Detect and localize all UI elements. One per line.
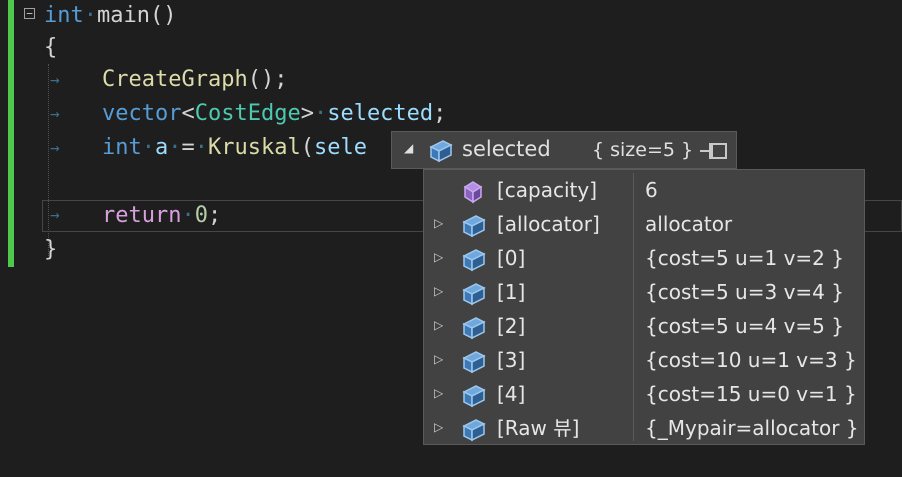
member-value[interactable]: allocator <box>645 210 732 238</box>
datatip-row[interactable]: [capacity] 6 <box>424 174 864 208</box>
angle-open: < <box>181 101 195 126</box>
blue-cube-icon <box>429 140 453 163</box>
pin-icon[interactable] <box>700 140 730 162</box>
tab-marker-icon: → <box>50 70 60 89</box>
call-args: (); <box>247 67 288 92</box>
keyword: int <box>102 135 142 160</box>
datatip-row[interactable]: ▷ [3] {cost=10 u=1 v=3 } <box>424 344 864 378</box>
code-line-3[interactable]: CreateGraph(); <box>102 64 287 96</box>
member-name: [4] <box>497 382 526 406</box>
member-name: [2] <box>497 314 526 338</box>
code-line-5[interactable]: int·a·=·Kruskal(sele <box>102 132 367 164</box>
blue-cube-icon <box>458 314 488 346</box>
code-line-6[interactable]: return·0; <box>102 200 221 232</box>
member-value[interactable]: {_Mypair=allocator } <box>645 414 859 442</box>
member-name: [allocator] <box>497 212 600 236</box>
number-literal: 0 <box>194 203 208 228</box>
expand-arrow-icon[interactable]: ▷ <box>434 250 443 264</box>
angle-close: > <box>300 101 314 126</box>
open-brace: { <box>44 35 58 60</box>
variable-name: selected <box>462 137 551 161</box>
purple-cube-icon <box>458 178 488 210</box>
code-line-7[interactable]: } <box>44 234 57 266</box>
blue-cube-icon <box>458 348 488 380</box>
code-line-2[interactable]: { <box>44 32 57 64</box>
datatip-row[interactable]: ▷ [1] {cost=5 u=3 v=4 } <box>424 276 864 310</box>
member-value[interactable]: 6 <box>645 176 658 204</box>
keyword: int <box>44 3 84 28</box>
member-value[interactable]: {cost=10 u=1 v=3 } <box>645 346 857 374</box>
member-name: [capacity] <box>497 178 598 202</box>
semicolon: ; <box>433 101 447 126</box>
expand-arrow-icon[interactable]: ▷ <box>434 216 443 230</box>
expand-arrow-icon[interactable]: ▷ <box>434 318 443 332</box>
tab-marker-icon: → <box>50 205 60 224</box>
expand-arrow-icon[interactable]: ▷ <box>434 284 443 298</box>
change-indicator-bar <box>8 0 14 267</box>
blue-cube-icon <box>458 416 488 448</box>
argument: sele <box>313 135 367 160</box>
datatip-header[interactable]: ◢ selected { size=5 } <box>391 131 737 169</box>
datatip-row[interactable]: ▷ [2] {cost=5 u=4 v=5 } <box>424 310 864 344</box>
tab-marker-icon: → <box>50 138 60 157</box>
member-name: [0] <box>497 246 526 270</box>
tab-marker-icon: → <box>50 104 60 123</box>
close-brace: } <box>44 237 58 262</box>
function-call: Kruskal <box>208 135 301 160</box>
member-name: [Raw 뷰] <box>497 416 580 440</box>
datatip-row[interactable]: ▷ [allocator] allocator <box>424 208 864 242</box>
datatip-row[interactable]: ▷ [Raw 뷰] {_Mypair=allocator } <box>424 412 864 446</box>
variable-summary: { size=5 } <box>592 139 694 161</box>
member-value[interactable]: {cost=15 u=0 v=1 } <box>645 380 857 408</box>
collapse-triangle-icon[interactable]: ◢ <box>404 141 413 155</box>
member-value[interactable]: {cost=5 u=3 v=4 } <box>645 278 844 306</box>
member-value[interactable]: {cost=5 u=4 v=5 } <box>645 312 844 340</box>
expand-arrow-icon[interactable]: ▷ <box>434 420 443 434</box>
return-keyword: return <box>102 203 182 228</box>
member-name: [1] <box>497 280 526 304</box>
blue-cube-icon <box>458 246 488 278</box>
operator: = <box>181 135 195 160</box>
function-call: CreateGraph <box>102 67 248 92</box>
code-line-1[interactable]: int·main() <box>44 0 176 32</box>
expand-arrow-icon[interactable]: ▷ <box>434 352 443 366</box>
datatip-members: [capacity] 6 ▷ [allocator] allocator ▷ [0] {cos… <box>423 169 865 445</box>
datatip-row[interactable]: ▷ [0] {cost=5 u=1 v=2 } <box>424 242 864 276</box>
variable-name: a <box>155 135 169 160</box>
member-name: [3] <box>497 348 526 372</box>
variable-name: selected <box>327 101 434 126</box>
paren: ( <box>300 135 314 160</box>
member-value[interactable]: {cost=5 u=1 v=2 } <box>645 244 844 272</box>
expand-arrow-icon[interactable]: ▷ <box>434 386 443 400</box>
type-name: CostEdge <box>194 101 301 126</box>
type-keyword: vector <box>102 101 182 126</box>
function-signature: main() <box>97 3 177 28</box>
semicolon: ; <box>207 203 222 228</box>
blue-cube-icon <box>458 382 488 414</box>
collapse-icon[interactable]: − <box>24 8 35 19</box>
blue-cube-icon <box>458 280 488 312</box>
code-line-4[interactable]: vector<CostEdge>·selected; <box>102 98 446 130</box>
blue-cube-icon <box>458 212 488 244</box>
datatip-row[interactable]: ▷ [4] {cost=15 u=0 v=1 } <box>424 378 864 412</box>
